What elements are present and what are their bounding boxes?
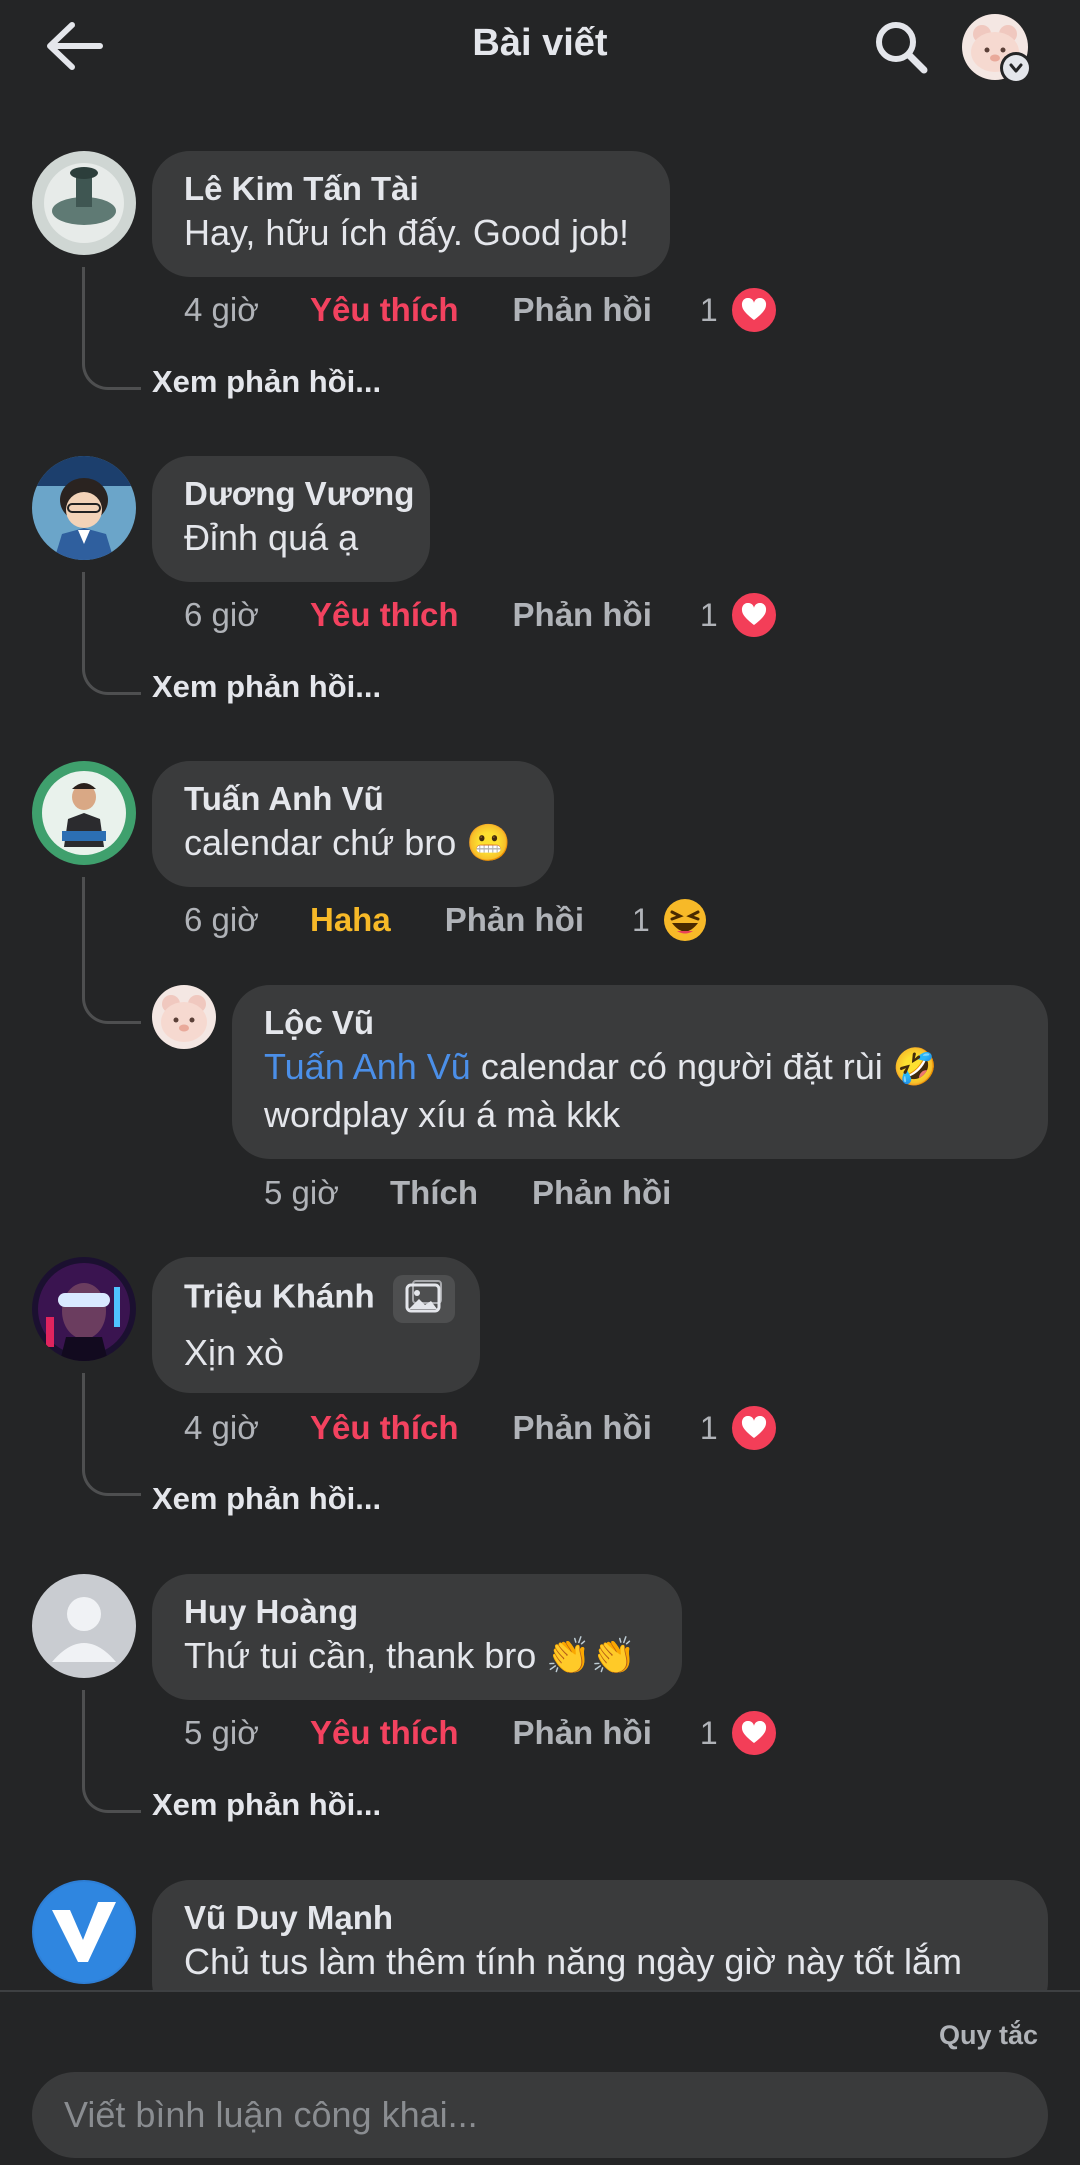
reply-text-line-2: wordplay xíu á mà kkk: [264, 1094, 621, 1135]
reply-button[interactable]: Phản hồi: [513, 291, 652, 329]
commenter-avatar[interactable]: [32, 151, 136, 255]
commenter-avatar[interactable]: [32, 456, 136, 560]
thread-connector: [82, 1373, 141, 1496]
view-replies-link[interactable]: Xem phản hồi...: [152, 1787, 381, 1823]
comment-time: 6 giờ: [184, 596, 259, 633]
reply-reply-button[interactable]: Phản hồi: [532, 1174, 671, 1212]
comment-actions: 6 giờ Haha Phản hồi 1: [184, 895, 708, 945]
haha-icon: [662, 897, 708, 943]
reaction-count: 1: [699, 291, 718, 328]
reaction-count: 1: [699, 596, 718, 633]
heart-icon: [729, 286, 778, 334]
reaction-count: 1: [699, 1714, 718, 1751]
comment-composer-bar: Quy tắc: [0, 1990, 1080, 2165]
reply-text: calendar có người đặt rùi 🤣: [470, 1046, 938, 1087]
comment-text: Đỉnh quá ạ: [184, 517, 359, 558]
comment-bubble[interactable]: Triệu Khánh Xịn xò: [152, 1257, 480, 1393]
rules-link[interactable]: Quy tắc: [939, 2020, 1038, 2051]
thread-connector: [82, 572, 141, 695]
profile-menu-button[interactable]: [962, 14, 1032, 84]
commenter-avatar[interactable]: [32, 761, 136, 865]
reaction-count: 1: [699, 1409, 718, 1446]
comment-text: Chủ tus làm thêm tính năng ngày giờ này …: [184, 1941, 963, 1982]
comment-actions: 6 giờ Yêu thích Phản hồi 1: [184, 590, 778, 640]
reaction-button[interactable]: Yêu thích: [310, 596, 459, 634]
comment-author-row: Triệu Khánh: [184, 1275, 455, 1323]
comment-author[interactable]: Tuấn Anh Vũ: [184, 779, 522, 819]
commenter-avatar[interactable]: [32, 1257, 136, 1361]
reply-button[interactable]: Phản hồi: [513, 596, 652, 634]
thread-connector: [82, 1690, 141, 1813]
comment-author[interactable]: Lê Kim Tấn Tài: [184, 169, 638, 209]
reply-button[interactable]: Phản hồi: [513, 1714, 652, 1752]
view-replies-link[interactable]: Xem phản hồi...: [152, 669, 381, 705]
comment-bubble[interactable]: Dương Vương Đỉnh quá ạ: [152, 456, 430, 582]
heart-icon: [729, 1404, 778, 1452]
reaction-button[interactable]: Yêu thích: [310, 1409, 459, 1447]
reaction-summary[interactable]: 1: [632, 897, 708, 943]
view-replies-link[interactable]: Xem phản hồi...: [152, 364, 381, 400]
comment-time: 4 giờ: [184, 1409, 259, 1446]
reaction-summary[interactable]: 1: [700, 591, 778, 639]
comment-actions: 5 giờ Yêu thích Phản hồi 1: [184, 1708, 778, 1758]
reaction-count: 1: [632, 901, 650, 938]
commenter-avatar[interactable]: [32, 1574, 136, 1678]
comment-text: Xịn xò: [184, 1332, 285, 1373]
comment-text: Thứ tui cần, thank bro 👏👏: [184, 1635, 636, 1676]
reply-text-line: Tuấn Anh Vũ calendar có người đặt rùi 🤣: [264, 1043, 1016, 1091]
reply-like-button[interactable]: Thích: [390, 1174, 478, 1212]
comment-text: Hay, hữu ích đấy. Good job!: [184, 212, 630, 253]
top-app-bar: Bài viết: [0, 0, 1080, 100]
search-icon: [876, 22, 928, 74]
thread-connector: [82, 877, 141, 1024]
comment-author[interactable]: Huy Hoàng: [184, 1592, 650, 1632]
reply-actions: 5 giờ Thích Phản hồi: [264, 1168, 725, 1218]
chevron-badge: [1000, 52, 1032, 84]
reaction-button[interactable]: Haha: [310, 901, 391, 939]
comment-author[interactable]: Dương Vương: [184, 474, 414, 514]
comment-time: 6 giờ: [184, 901, 259, 938]
view-replies-link[interactable]: Xem phản hồi...: [152, 1481, 381, 1517]
reply-author-avatar[interactable]: [152, 985, 216, 1049]
comment-text: calendar chứ bro 😬: [184, 822, 512, 863]
reply-time: 5 giờ: [264, 1174, 339, 1211]
reaction-button[interactable]: Yêu thích: [310, 1714, 459, 1752]
heart-icon: [729, 591, 778, 639]
reaction-summary[interactable]: 1: [700, 286, 778, 334]
reaction-summary[interactable]: 1: [700, 1404, 778, 1452]
commenter-avatar[interactable]: [32, 1880, 136, 1984]
comment-actions: 4 giờ Yêu thích Phản hồi 1: [184, 1403, 778, 1453]
thread-connector: [82, 267, 141, 390]
comment-actions: 4 giờ Yêu thích Phản hồi 1: [184, 285, 778, 335]
reply-bubble[interactable]: Lộc Vũ Tuấn Anh Vũ calendar có người đặt…: [232, 985, 1048, 1159]
comment-author[interactable]: Triệu Khánh: [184, 1278, 375, 1315]
comment-author[interactable]: Vũ Duy Mạnh: [184, 1898, 1016, 1938]
comment-input[interactable]: [32, 2072, 1048, 2158]
image-attachment-icon[interactable]: [392, 1275, 455, 1323]
comment-time: 5 giờ: [184, 1714, 259, 1751]
reply-button[interactable]: Phản hồi: [513, 1409, 652, 1447]
comment-bubble[interactable]: Huy Hoàng Thứ tui cần, thank bro 👏👏: [152, 1574, 682, 1700]
comment-bubble[interactable]: Lê Kim Tấn Tài Hay, hữu ích đấy. Good jo…: [152, 151, 670, 277]
chevron-down-icon: [1009, 63, 1023, 73]
reaction-button[interactable]: Yêu thích: [310, 291, 459, 329]
reply-author[interactable]: Lộc Vũ: [264, 1003, 1016, 1043]
mention-link[interactable]: Tuấn Anh Vũ: [264, 1046, 471, 1087]
comment-bubble[interactable]: Tuấn Anh Vũ calendar chứ bro 😬: [152, 761, 554, 887]
heart-icon: [729, 1709, 778, 1757]
reply-button[interactable]: Phản hồi: [445, 901, 584, 939]
reaction-summary[interactable]: 1: [700, 1709, 778, 1757]
search-button[interactable]: [866, 12, 936, 82]
comment-time: 4 giờ: [184, 291, 259, 328]
